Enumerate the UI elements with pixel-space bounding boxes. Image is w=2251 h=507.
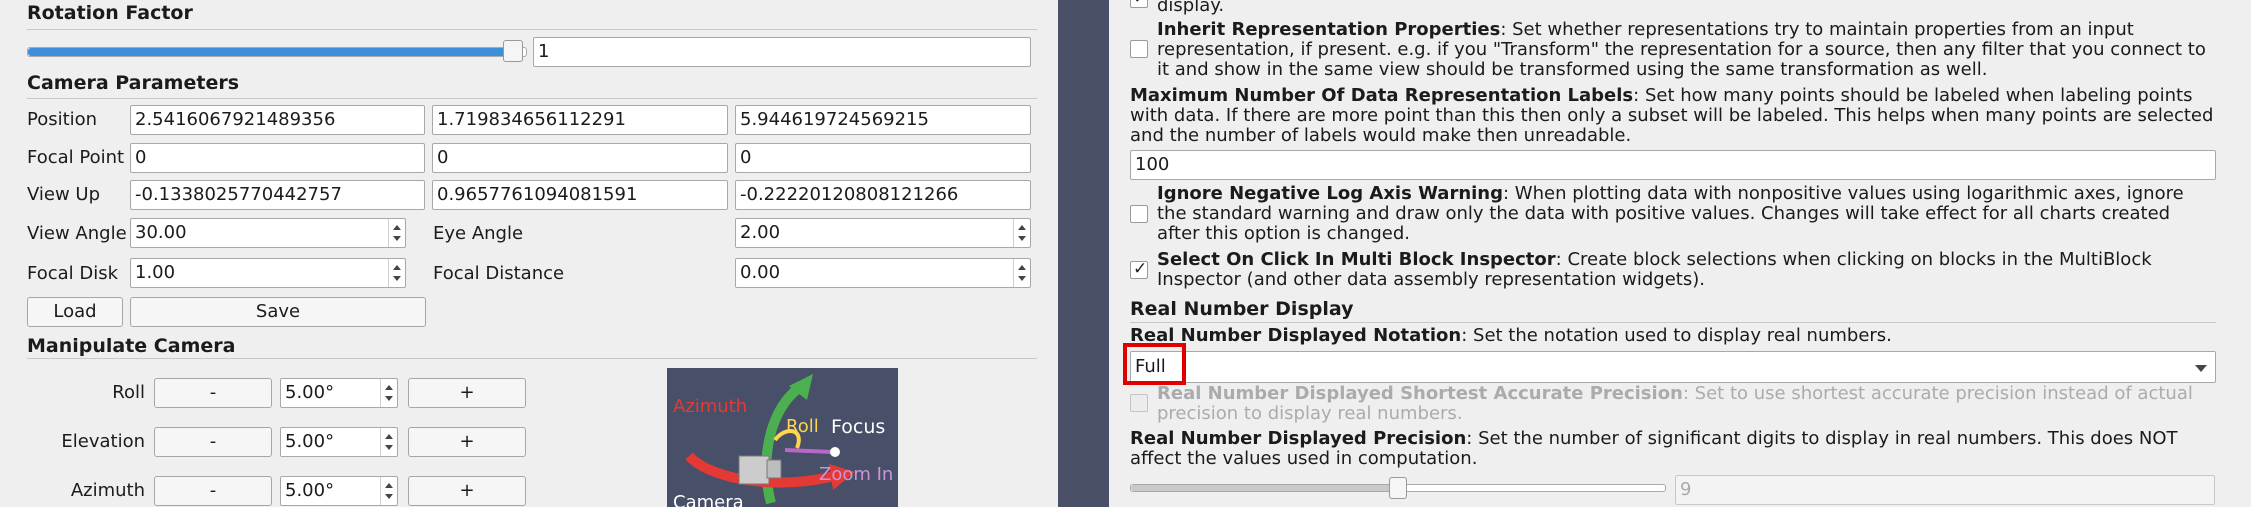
- view-up-label: View Up: [27, 184, 101, 205]
- precision-text: Real Number Displayed Precision: Set the…: [1130, 428, 2178, 469]
- azimuth-spin-arrows-icon[interactable]: [380, 477, 397, 505]
- precision-slider-fill: [1131, 485, 1398, 491]
- divider: [27, 358, 1037, 359]
- focal-point-y-input[interactable]: 0: [432, 143, 728, 173]
- view-up-z-input[interactable]: -0.22220120808121266: [735, 180, 1031, 210]
- focal-point-x-input[interactable]: 0: [130, 143, 425, 173]
- azimuth-plus-button[interactable]: +: [408, 476, 526, 506]
- position-label: Position: [27, 109, 98, 130]
- focal-distance-spinbox[interactable]: 0.00: [735, 258, 1031, 288]
- save-button[interactable]: Save: [130, 297, 426, 327]
- load-button[interactable]: Load: [27, 297, 123, 327]
- view-angle-value: 30.00: [135, 222, 187, 243]
- notation-text: Real Number Displayed Notation: Set the …: [1130, 325, 1892, 346]
- position-z-input[interactable]: 5.944619724569215: [735, 105, 1031, 135]
- precision-slider-handle[interactable]: [1389, 477, 1407, 499]
- ignore-negative-log-text: Ignore Negative Log Axis Warning: When p…: [1157, 183, 2184, 244]
- inherit-representation-checkbox[interactable]: [1130, 40, 1148, 58]
- inherit-representation-text: Inherit Representation Properties: Set w…: [1157, 19, 2206, 80]
- panel-separator: [1058, 0, 1109, 507]
- elevation-plus-button[interactable]: +: [408, 427, 526, 457]
- eye-angle-label: Eye Angle: [433, 223, 524, 244]
- shortest-precision-text: Real Number Displayed Shortest Accurate …: [1157, 383, 2193, 424]
- roll-plus-button[interactable]: +: [408, 378, 526, 408]
- eye-angle-spinbox[interactable]: 2.00: [735, 218, 1031, 248]
- select-on-click-checkbox[interactable]: [1130, 259, 1148, 279]
- max-labels-text: Maximum Number Of Data Representation La…: [1130, 85, 2214, 146]
- divider: [27, 98, 1037, 99]
- azimuth-minus-button[interactable]: -: [154, 476, 272, 506]
- view-angle-spinbox[interactable]: 30.00: [130, 218, 406, 248]
- roll-label: Roll: [112, 382, 145, 403]
- focal-disk-label: Focal Disk: [27, 263, 119, 284]
- focal-disk-spin-arrows-icon[interactable]: [388, 259, 405, 287]
- rotation-factor-title: Rotation Factor: [27, 2, 193, 24]
- azimuth-step-value: 5.00°: [285, 480, 335, 501]
- eye-angle-spin-arrows-icon[interactable]: [1013, 219, 1030, 247]
- precision-input[interactable]: 9: [1675, 475, 2215, 505]
- divider: [27, 29, 1037, 30]
- roll-spin-arrows-icon[interactable]: [380, 379, 397, 407]
- highlight-box: [1123, 343, 1186, 385]
- rotation-factor-slider[interactable]: [27, 47, 527, 57]
- focal-disk-value: 1.00: [135, 262, 176, 283]
- focal-distance-label: Focal Distance: [433, 263, 565, 284]
- select-on-click-text: Select On Click In Multi Block Inspector…: [1157, 249, 2152, 290]
- rotation-factor-input[interactable]: 1: [533, 37, 1031, 67]
- widget-zoom-in-label: Zoom In: [819, 464, 894, 485]
- elevation-spin-arrows-icon[interactable]: [380, 428, 397, 456]
- rotation-factor-slider-handle[interactable]: [503, 40, 523, 62]
- elevation-minus-button[interactable]: -: [154, 427, 272, 457]
- roll-step-value: 5.00°: [285, 382, 335, 403]
- focal-disk-spinbox[interactable]: 1.00: [130, 258, 406, 288]
- rotation-factor-slider-fill: [28, 48, 516, 56]
- max-labels-input[interactable]: 100: [1130, 150, 2216, 180]
- real-number-display-title: Real Number Display: [1130, 298, 1354, 320]
- widget-focus-label: Focus: [831, 416, 886, 438]
- camera-panel: Rotation Factor 1 Camera Parameters Posi…: [0, 0, 1058, 507]
- focal-point-label: Focal Point: [27, 147, 125, 168]
- roll-step-spinbox[interactable]: 5.00°: [280, 378, 398, 408]
- focal-distance-spin-arrows-icon[interactable]: [1013, 259, 1030, 287]
- position-y-input[interactable]: 1.719834656112291: [432, 105, 728, 135]
- elevation-step-value: 5.00°: [285, 431, 335, 452]
- divider: [1130, 322, 2216, 323]
- previous-checkbox[interactable]: [1130, 0, 1148, 8]
- manipulate-camera-title: Manipulate Camera: [27, 335, 236, 357]
- widget-roll-label: Roll: [786, 416, 819, 437]
- focal-distance-value: 0.00: [740, 262, 781, 283]
- shortest-precision-checkbox[interactable]: [1130, 394, 1148, 412]
- chevron-down-icon: [2195, 365, 2207, 372]
- previous-setting-fragment: display.: [1157, 0, 1225, 16]
- ignore-negative-log-checkbox[interactable]: [1130, 205, 1148, 223]
- azimuth-step-spinbox[interactable]: 5.00°: [280, 476, 398, 506]
- view-up-y-input[interactable]: 0.9657761094081591: [432, 180, 728, 210]
- focal-point-z-input[interactable]: 0: [735, 143, 1031, 173]
- camera-parameters-title: Camera Parameters: [27, 72, 240, 94]
- azimuth-label: Azimuth: [70, 480, 145, 501]
- eye-angle-value: 2.00: [740, 222, 781, 243]
- view-angle-label: View Angle: [27, 223, 127, 244]
- position-x-input[interactable]: 2.5416067921489356: [130, 105, 425, 135]
- widget-camera-label: Camera: [673, 492, 744, 507]
- widget-azimuth-label: Azimuth: [673, 396, 748, 417]
- elevation-step-spinbox[interactable]: 5.00°: [280, 427, 398, 457]
- view-up-x-input[interactable]: -0.1338025770442757: [130, 180, 425, 210]
- elevation-label: Elevation: [61, 431, 145, 452]
- camera-manipulation-widget[interactable]: Azimuth Roll Focus Zoom In Camera: [667, 368, 898, 507]
- settings-panel: display. Inherit Representation Properti…: [1109, 0, 2251, 507]
- notation-dropdown[interactable]: Full: [1130, 351, 2216, 383]
- view-angle-spin-arrows-icon[interactable]: [388, 219, 405, 247]
- roll-minus-button[interactable]: -: [154, 378, 272, 408]
